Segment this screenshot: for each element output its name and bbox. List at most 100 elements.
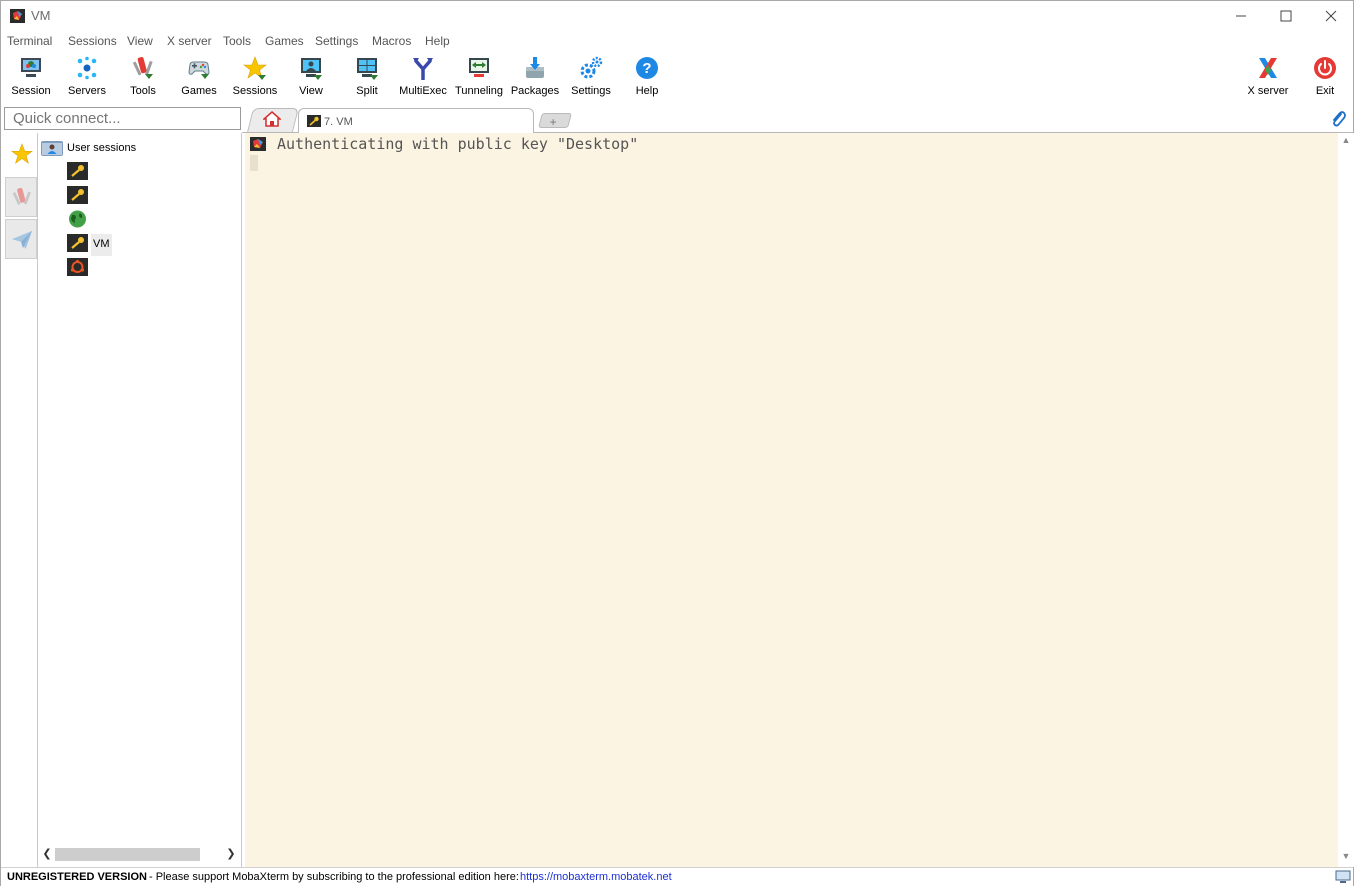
session-button[interactable]: Session <box>3 53 59 101</box>
user-folder-icon <box>41 141 63 156</box>
x-server-label: X server <box>1247 85 1289 97</box>
packages-icon <box>526 57 544 78</box>
tunneling-label: Tunneling <box>455 85 503 97</box>
games-label: Games <box>181 85 217 97</box>
packages-button[interactable]: Packages <box>507 53 563 101</box>
split-icon <box>357 58 378 80</box>
maximize-button[interactable] <box>1263 1 1309 31</box>
ubuntu-icon <box>67 258 88 276</box>
session-item[interactable] <box>67 162 157 182</box>
gears-icon <box>580 56 603 79</box>
minimize-icon <box>1236 15 1246 17</box>
terminal-line: Authenticating with public key "Desktop" <box>277 135 639 153</box>
session-label: VM <box>91 234 112 256</box>
minimize-button[interactable] <box>1218 1 1264 31</box>
scroll-up-icon[interactable]: ▲ <box>1340 135 1352 147</box>
monitor-icon[interactable] <box>1335 870 1351 884</box>
star-icon <box>11 143 33 164</box>
ssh-key-icon <box>67 186 88 204</box>
user-sessions-label: User sessions <box>67 142 137 154</box>
multiexec-button[interactable]: MultiExec <box>395 53 451 101</box>
settings-label: Settings <box>571 85 611 97</box>
x-server-button[interactable]: X server <box>1240 53 1296 101</box>
split-button[interactable]: Split <box>339 53 395 101</box>
menu-help[interactable]: Help <box>425 34 450 48</box>
side-tab-strip <box>3 133 38 867</box>
sessions-horizontal-scrollbar[interactable]: ❮ ❯ <box>38 846 241 863</box>
title-bar: VM <box>1 1 1353 31</box>
exit-button[interactable]: Exit <box>1297 53 1353 101</box>
sessions-label: Sessions <box>232 85 278 97</box>
scroll-left-icon[interactable]: ❮ <box>40 847 54 862</box>
session-item-vm[interactable]: VM <box>67 234 157 256</box>
tools-button[interactable]: Tools <box>115 53 171 101</box>
paperclip-icon[interactable] <box>1329 110 1347 128</box>
menu-sessions[interactable]: Sessions <box>68 34 117 48</box>
packages-label: Packages <box>510 85 560 97</box>
scroll-down-icon[interactable]: ▼ <box>1340 851 1352 863</box>
menu-x-server[interactable]: X server <box>167 34 212 48</box>
maximize-icon <box>1280 10 1292 22</box>
session-item[interactable] <box>67 210 157 230</box>
tab-bar: 7. VM + <box>242 105 1353 134</box>
sessions-button[interactable]: Sessions <box>227 53 283 101</box>
servers-button[interactable]: Servers <box>59 53 115 101</box>
settings-button[interactable]: Settings <box>563 53 619 101</box>
side-tab-tools[interactable] <box>5 177 37 217</box>
side-tab-sessions[interactable] <box>5 133 37 173</box>
tunneling-button[interactable]: Tunneling <box>451 53 507 101</box>
status-bar: UNREGISTERED VERSION - Please support Mo… <box>1 867 1353 886</box>
help-icon: ? <box>636 57 658 79</box>
close-icon <box>1325 10 1337 22</box>
games-button[interactable]: Games <box>171 53 227 101</box>
window-title: VM <box>31 8 51 23</box>
view-icon <box>301 58 322 80</box>
view-label: View <box>299 85 323 97</box>
scroll-thumb[interactable] <box>55 848 200 861</box>
session-item[interactable] <box>67 258 157 278</box>
menu-terminal[interactable]: Terminal <box>7 34 52 48</box>
menu-bar: Terminal Sessions View X server Tools Ga… <box>1 31 1353 51</box>
help-label: Help <box>635 85 659 97</box>
terminal-area[interactable]: Authenticating with public key "Desktop" <box>245 133 1338 867</box>
multiexec-icon <box>413 58 433 80</box>
menu-settings[interactable]: Settings <box>315 34 358 48</box>
side-tab-macros[interactable] <box>5 219 37 259</box>
menu-tools[interactable]: Tools <box>223 34 251 48</box>
app-logo-icon <box>250 137 266 151</box>
terminal-vertical-scrollbar[interactable]: ▲ ▼ <box>1338 133 1354 867</box>
close-button[interactable] <box>1308 1 1354 31</box>
home-icon <box>263 111 281 127</box>
servers-icon <box>77 56 97 80</box>
mobatek-link[interactable]: https://mobaxterm.mobatek.net <box>520 871 672 883</box>
ssh-key-icon <box>67 162 88 180</box>
quick-connect-input[interactable] <box>4 107 241 130</box>
app-window: VM Terminal Sessions View X server Tools… <box>0 0 1354 886</box>
globe-icon <box>69 210 86 228</box>
tab-vm-label: 7. VM <box>324 116 353 128</box>
session-item[interactable] <box>67 186 157 206</box>
menu-view[interactable]: View <box>127 34 153 48</box>
split-label: Split <box>356 85 378 97</box>
app-logo-icon <box>10 9 25 23</box>
session-label: Session <box>11 85 51 97</box>
xserver-icon <box>1259 58 1277 78</box>
power-icon <box>1314 57 1336 79</box>
plus-icon: + <box>549 115 557 129</box>
tools-icon <box>12 187 31 205</box>
tab-vm[interactable]: 7. VM <box>298 108 534 134</box>
scroll-right-icon[interactable]: ❯ <box>224 847 238 862</box>
menu-games[interactable]: Games <box>265 34 304 48</box>
view-button[interactable]: View <box>283 53 339 101</box>
toolbar: Session Servers Tools Games Sessions Vie… <box>1 51 1353 103</box>
session-icon <box>21 58 41 77</box>
help-button[interactable]: ? Help <box>619 53 675 101</box>
servers-label: Servers <box>68 85 106 97</box>
tools-label: Tools <box>130 85 156 97</box>
new-tab-button[interactable]: + <box>538 113 572 129</box>
svg-text:?: ? <box>642 60 651 77</box>
menu-macros[interactable]: Macros <box>372 34 411 48</box>
tools-icon <box>132 57 153 79</box>
games-icon <box>188 61 210 79</box>
ssh-key-icon <box>67 234 88 252</box>
